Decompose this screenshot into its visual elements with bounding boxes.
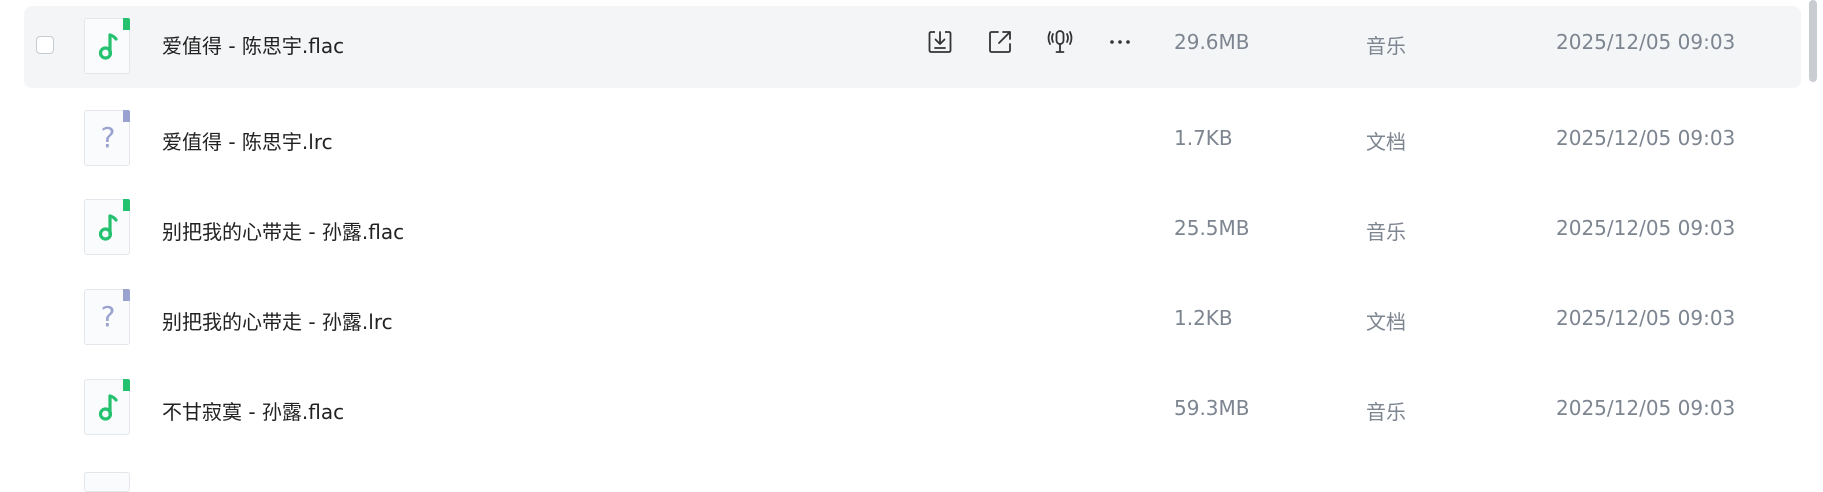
- file-type: 音乐: [1366, 34, 1406, 58]
- file-type: 文档: [1366, 130, 1406, 154]
- file-size: 1.2KB: [1174, 306, 1233, 330]
- file-type: 文档: [1366, 310, 1406, 334]
- unknown-file-icon: ?: [84, 110, 130, 166]
- svg-text:?: ?: [101, 121, 116, 154]
- file-row[interactable]: 别把我的心带走 - 孙露.flac 25.5MB 音乐 2025/12/05 0…: [24, 190, 1801, 272]
- file-date: 2025/12/05 09:03: [1556, 216, 1736, 240]
- scrollbar-thumb[interactable]: [1809, 0, 1817, 82]
- share-icon: [989, 31, 1011, 53]
- file-date: 2025/12/05 09:03: [1556, 396, 1736, 420]
- file-icon-partial: [84, 472, 130, 492]
- podcast-button[interactable]: [1044, 26, 1076, 58]
- file-date: 2025/12/05 09:03: [1556, 306, 1736, 330]
- file-row[interactable]: 爱值得 - 陈思宇.flac 29.6MB 音乐 2025/12/05 09:0…: [24, 6, 1801, 88]
- file-row[interactable]: ? 别把我的心带走 - 孙露.lrc 1.2KB 文档 2025/12/05 0…: [24, 280, 1801, 362]
- svg-text:?: ?: [101, 300, 116, 333]
- file-name[interactable]: 爱值得 - 陈思宇.lrc: [162, 126, 333, 155]
- file-size: 29.6MB: [1174, 30, 1250, 54]
- row-checkbox[interactable]: [36, 36, 54, 54]
- file-type: 音乐: [1366, 400, 1406, 424]
- file-row[interactable]: ? 爱值得 - 陈思宇.lrc 1.7KB 文档 2025/12/05 09:0…: [24, 100, 1801, 182]
- podcast-mic-icon: [1047, 30, 1073, 53]
- music-file-icon: [84, 18, 130, 74]
- music-file-icon: [84, 379, 130, 435]
- more-icon: [1110, 40, 1130, 44]
- share-button[interactable]: [984, 26, 1016, 58]
- more-button[interactable]: [1104, 26, 1136, 58]
- file-size: 1.7KB: [1174, 126, 1233, 150]
- file-date: 2025/12/05 09:03: [1556, 126, 1736, 150]
- file-name[interactable]: 别把我的心带走 - 孙露.flac: [162, 216, 404, 245]
- download-icon: [928, 31, 952, 53]
- file-size: 25.5MB: [1174, 216, 1250, 240]
- file-row[interactable]: 不甘寂寞 - 孙露.flac 59.3MB 音乐 2025/12/05 09:0…: [24, 370, 1801, 452]
- file-date: 2025/12/05 09:03: [1556, 30, 1736, 54]
- file-name[interactable]: 爱值得 - 陈思宇.flac: [162, 30, 344, 59]
- file-name[interactable]: 别把我的心带走 - 孙露.lrc: [162, 306, 393, 335]
- file-list: 爱值得 - 陈思宇.flac 29.6MB 音乐 2025/12/05 09:0…: [0, 0, 1823, 492]
- unknown-file-icon: ?: [84, 289, 130, 345]
- download-button[interactable]: [924, 26, 956, 58]
- file-name[interactable]: 不甘寂寞 - 孙露.flac: [162, 396, 344, 425]
- file-type: 音乐: [1366, 220, 1406, 244]
- file-size: 59.3MB: [1174, 396, 1250, 420]
- music-file-icon: [84, 199, 130, 255]
